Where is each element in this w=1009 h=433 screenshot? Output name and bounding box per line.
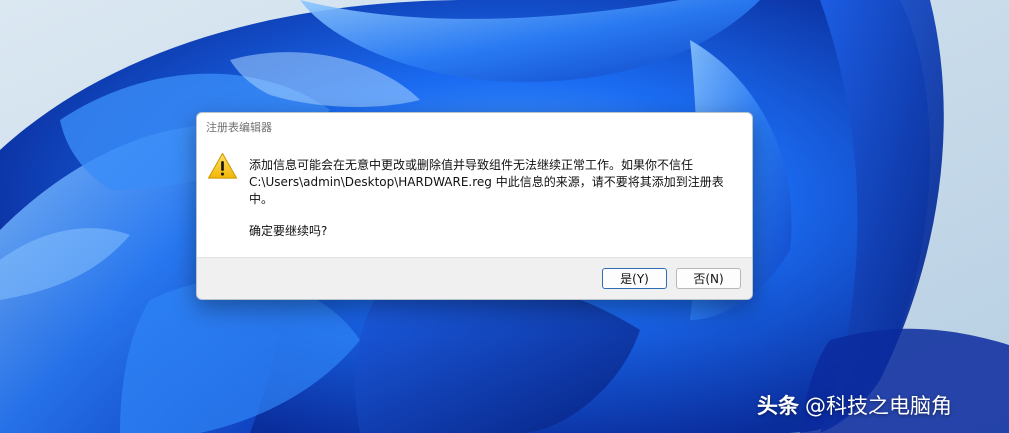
no-button[interactable]: 否(N): [676, 268, 741, 289]
watermark: 头条 @科技之电脑角: [757, 390, 952, 420]
message-line: C:\Users\admin\Desktop\HARDWARE.reg 中此信息…: [249, 175, 724, 189]
dialog-title: 注册表编辑器: [206, 121, 272, 134]
warning-icon: [207, 152, 238, 179]
yes-button[interactable]: 是(Y): [602, 268, 667, 289]
watermark-handle: @科技之电脑角: [805, 394, 952, 418]
dialog-message: 添加信息可能会在无意中更改或删除值并导致组件无法继续正常工作。如果你不信任 C:…: [249, 157, 729, 240]
button-bar: 是(Y) 否(N): [197, 257, 752, 299]
message-line: 中。: [249, 192, 274, 206]
confirm-question: 确定要继续吗?: [249, 224, 328, 238]
message-line: 添加信息可能会在无意中更改或删除值并导致组件无法继续正常工作。如果你不信任: [249, 158, 694, 172]
watermark-brand: 头条: [757, 394, 799, 418]
registry-editor-dialog: 注册表编辑器 添加信息可能会在无意中更改或删除值并导致组件无法继续正常工作。如果…: [196, 112, 753, 300]
